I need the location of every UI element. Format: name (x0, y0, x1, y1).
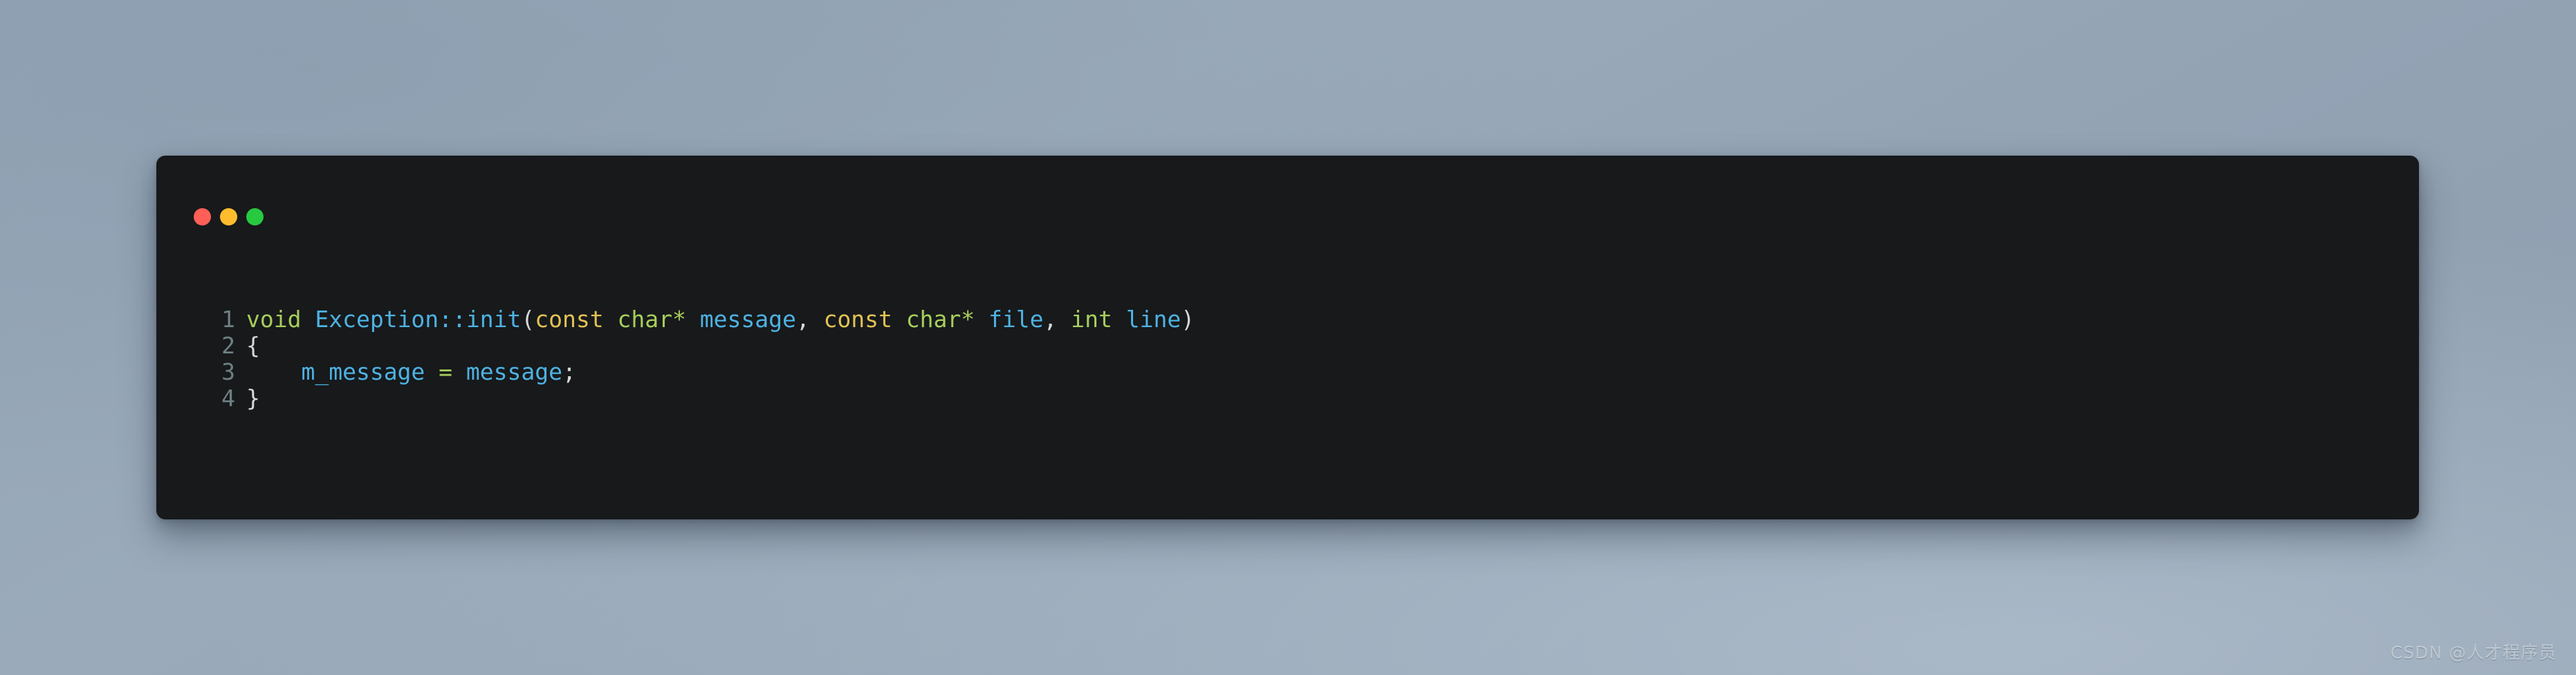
code-token: ; (562, 358, 576, 385)
code-token: } (246, 385, 260, 412)
code-token: int (1071, 306, 1112, 333)
line-number: 1 (221, 306, 235, 333)
code-token: message (466, 358, 562, 385)
code-token: const (535, 306, 604, 333)
code-token: , (1043, 306, 1058, 333)
code-line[interactable]: 1 void Exception::init(const char* messag… (156, 306, 2419, 333)
code-line-source: m_message = message; (246, 359, 2419, 385)
code-token: * (961, 306, 975, 333)
code-line[interactable]: 3 m_message = message; (156, 359, 2419, 385)
code-editor-area[interactable]: 1 void Exception::init(const char* messag… (156, 306, 2419, 412)
code-token: char (905, 306, 962, 333)
code-token: void (246, 306, 302, 333)
line-number: 4 (221, 385, 235, 412)
code-line-source: } (246, 385, 2419, 412)
code-line[interactable]: 4} (156, 385, 2419, 412)
code-token: , (795, 306, 810, 333)
close-traffic-light-icon[interactable] (194, 208, 211, 225)
code-token: message (699, 306, 796, 333)
maximize-traffic-light-icon[interactable] (246, 208, 264, 225)
window-titlebar (194, 208, 264, 225)
minimize-traffic-light-icon[interactable] (220, 208, 237, 225)
line-number: 2 (221, 332, 235, 359)
screenshot-canvas: 1 void Exception::init(const char* messag… (0, 0, 2576, 675)
code-token: * (672, 306, 686, 333)
code-token: char (617, 306, 672, 333)
line-number: 3 (221, 358, 235, 385)
code-line-source: void Exception::init(const char* message… (246, 306, 2419, 333)
code-token: = (439, 358, 453, 385)
watermark-text: CSDN @人才程序员 (2390, 642, 2557, 663)
code-line[interactable]: 2{ (156, 333, 2419, 359)
code-token: line (1125, 306, 1181, 333)
code-token: Exception (315, 306, 439, 333)
code-line-source: { (246, 333, 2419, 359)
code-token: const (823, 306, 892, 333)
code-token: { (246, 332, 260, 359)
code-token: file (988, 306, 1044, 333)
code-token: ) (1181, 306, 1195, 333)
code-token: m_message (301, 358, 425, 385)
code-token: init (466, 306, 522, 333)
code-token: ( (521, 306, 535, 333)
code-token: :: (439, 306, 466, 333)
code-snippet-window: 1 void Exception::init(const char* messag… (156, 156, 2419, 519)
